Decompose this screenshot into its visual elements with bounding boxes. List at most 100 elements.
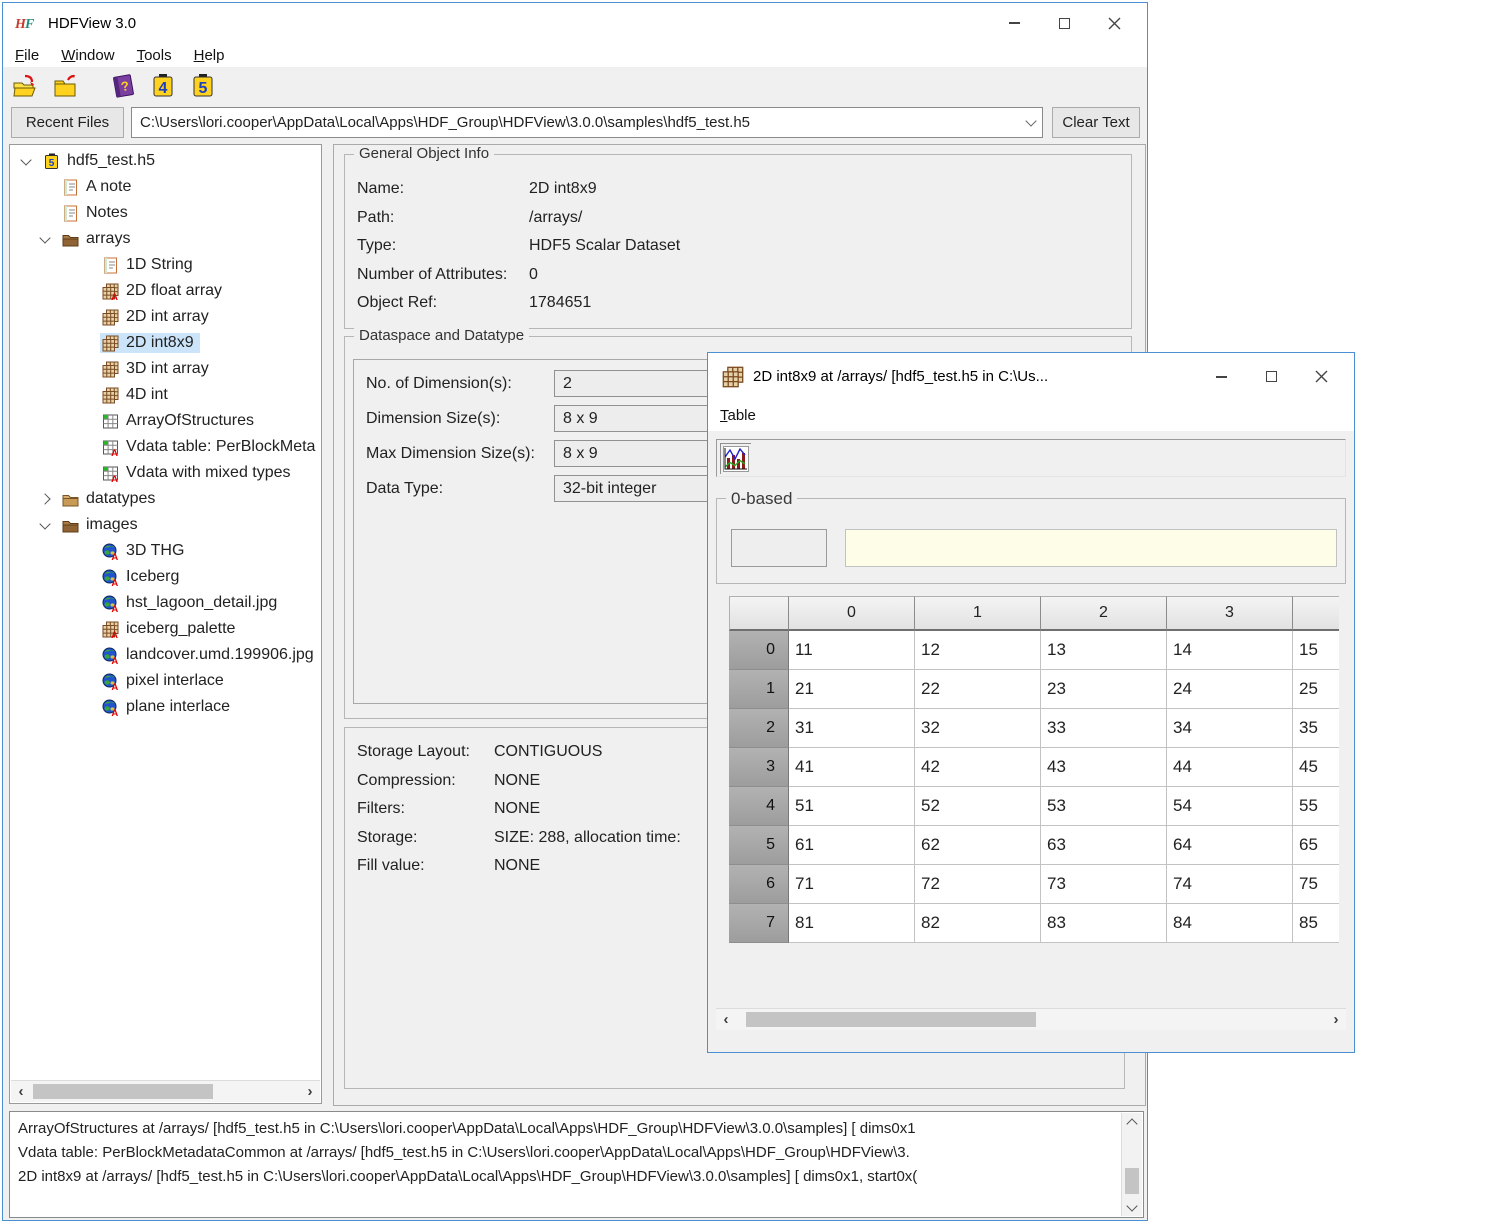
recent-files-button[interactable]: Recent Files (11, 107, 124, 138)
cell-7-2[interactable]: 83 (1041, 904, 1167, 943)
row-header-1[interactable]: 1 (729, 670, 789, 709)
row-header-7[interactable]: 7 (729, 904, 789, 943)
column-header-3[interactable]: 3 (1167, 596, 1293, 631)
tree-item-2d-int-array[interactable]: 2D int array (10, 304, 321, 330)
tree-item-pixel-interlace[interactable]: A pixel interlace (10, 668, 321, 694)
cell-7-3[interactable]: 84 (1167, 904, 1293, 943)
tree-item-notes[interactable]: Notes (10, 200, 321, 226)
cell-reference-field[interactable] (731, 529, 827, 567)
cell-6-3[interactable]: 74 (1167, 865, 1293, 904)
line-plot-button[interactable] (720, 443, 751, 474)
tree-item-plane-interlace[interactable]: A plane interlace (10, 694, 321, 720)
cell-6-0[interactable]: 71 (789, 865, 915, 904)
tree-item-hst-lagoon-detail-jpg[interactable]: A hst_lagoon_detail.jpg (10, 590, 321, 616)
cell-1-4[interactable]: 25 (1293, 670, 1339, 709)
cell-3-2[interactable]: 43 (1041, 748, 1167, 787)
menu-table[interactable]: Table (720, 407, 756, 424)
cell-0-4[interactable]: 15 (1293, 631, 1339, 670)
hdf5-button[interactable]: 5 (189, 72, 217, 100)
cell-7-1[interactable]: 82 (915, 904, 1041, 943)
scroll-right-icon[interactable]: › (1326, 1009, 1346, 1030)
scroll-left-icon[interactable]: ‹ (11, 1081, 31, 1102)
scroll-left-icon[interactable]: ‹ (716, 1009, 736, 1030)
cell-2-2[interactable]: 33 (1041, 709, 1167, 748)
tree-item-iceberg-palette[interactable]: A iceberg_palette (10, 616, 321, 642)
cell-5-0[interactable]: 61 (789, 826, 915, 865)
tree-item-vdata-with-mixed-types[interactable]: A Vdata with mixed types (10, 460, 321, 486)
cell-2-3[interactable]: 34 (1167, 709, 1293, 748)
tree-item-3d-thg[interactable]: A 3D THG (10, 538, 321, 564)
combo-chevron-icon[interactable] (1020, 108, 1042, 137)
column-header-0[interactable]: 0 (789, 596, 915, 631)
tree-item-2d-float-array[interactable]: A 2D float array (10, 278, 321, 304)
row-header-2[interactable]: 2 (729, 709, 789, 748)
tree-item-datatypes[interactable]: datatypes (10, 486, 321, 512)
cell-4-2[interactable]: 53 (1041, 787, 1167, 826)
file-path-combobox[interactable]: C:\Users\lori.cooper\AppData\Local\Apps\… (131, 107, 1043, 138)
cell-5-3[interactable]: 64 (1167, 826, 1293, 865)
column-header-1[interactable]: 1 (915, 596, 1041, 631)
status-log[interactable]: ArrayOfStructures at /arrays/ [hdf5_test… (9, 1111, 1144, 1218)
row-header-4[interactable]: 4 (729, 787, 789, 826)
tree-item-a-note[interactable]: A note (10, 174, 321, 200)
row-header-6[interactable]: 6 (729, 865, 789, 904)
cell-6-4[interactable]: 75 (1293, 865, 1339, 904)
row-header-5[interactable]: 5 (729, 826, 789, 865)
tree-item-2d-int8x9[interactable]: 2D int8x9 (10, 330, 321, 356)
cell-1-1[interactable]: 22 (915, 670, 1041, 709)
cell-3-3[interactable]: 44 (1167, 748, 1293, 787)
tree-item-1d-string[interactable]: 1D String (10, 252, 321, 278)
cell-0-3[interactable]: 14 (1167, 631, 1293, 670)
close-button[interactable] (1089, 3, 1139, 43)
expanded-chevron-icon[interactable] (39, 518, 50, 529)
column-header-2[interactable]: 2 (1041, 596, 1167, 631)
help-book-button[interactable]: ? (109, 72, 137, 100)
expanded-chevron-icon[interactable] (20, 154, 31, 165)
open-file-button[interactable] (11, 72, 39, 100)
minimize-button[interactable] (1196, 353, 1246, 400)
cell-6-1[interactable]: 72 (915, 865, 1041, 904)
cell-2-0[interactable]: 31 (789, 709, 915, 748)
cell-5-2[interactable]: 63 (1041, 826, 1167, 865)
cell-4-1[interactable]: 52 (915, 787, 1041, 826)
minimize-button[interactable] (989, 3, 1039, 43)
tree-item-images[interactable]: images (10, 512, 321, 538)
dataset-titlebar[interactable]: 2D int8x9 at /arrays/ [hdf5_test.h5 in C… (708, 353, 1354, 400)
cell-4-3[interactable]: 54 (1167, 787, 1293, 826)
menu-file[interactable]: File (15, 47, 39, 64)
menu-help[interactable]: Help (194, 47, 225, 64)
cell-5-1[interactable]: 62 (915, 826, 1041, 865)
cell-3-0[interactable]: 41 (789, 748, 915, 787)
cell-1-2[interactable]: 23 (1041, 670, 1167, 709)
tree-item-arrayofstructures[interactable]: ArrayOfStructures (10, 408, 321, 434)
cell-1-0[interactable]: 21 (789, 670, 915, 709)
scroll-down-icon[interactable] (1122, 1198, 1142, 1216)
hdf4-button[interactable]: 4 (149, 72, 177, 100)
scroll-up-icon[interactable] (1122, 1113, 1142, 1131)
cell-2-1[interactable]: 32 (915, 709, 1041, 748)
cell-3-4[interactable]: 45 (1293, 748, 1339, 787)
menu-tools[interactable]: Tools (137, 47, 172, 64)
close-button[interactable] (1296, 353, 1346, 400)
cell-value-field[interactable] (845, 529, 1337, 567)
table-corner-cell[interactable] (729, 596, 789, 631)
maximize-button[interactable] (1039, 3, 1089, 43)
cell-3-1[interactable]: 42 (915, 748, 1041, 787)
cell-4-0[interactable]: 51 (789, 787, 915, 826)
cell-0-1[interactable]: 12 (915, 631, 1041, 670)
expanded-chevron-icon[interactable] (39, 232, 50, 243)
clear-text-button[interactable]: Clear Text (1052, 107, 1140, 138)
cell-2-4[interactable]: 35 (1293, 709, 1339, 748)
cell-0-2[interactable]: 13 (1041, 631, 1167, 670)
collapsed-chevron-icon[interactable] (39, 493, 50, 504)
tree-scroll-thumb[interactable] (33, 1084, 213, 1099)
main-titlebar[interactable]: HF HDFView 3.0 (3, 3, 1147, 43)
tree-item-3d-int-array[interactable]: 3D int array (10, 356, 321, 382)
cell-6-2[interactable]: 73 (1041, 865, 1167, 904)
cell-0-0[interactable]: 11 (789, 631, 915, 670)
menu-window[interactable]: Window (61, 47, 114, 64)
tree-item-arrays[interactable]: arrays (10, 226, 321, 252)
log-scroll-thumb[interactable] (1125, 1168, 1139, 1194)
tree-item-hdf5-test-h5[interactable]: 5 hdf5_test.h5 (10, 148, 321, 174)
cell-7-4[interactable]: 85 (1293, 904, 1339, 943)
